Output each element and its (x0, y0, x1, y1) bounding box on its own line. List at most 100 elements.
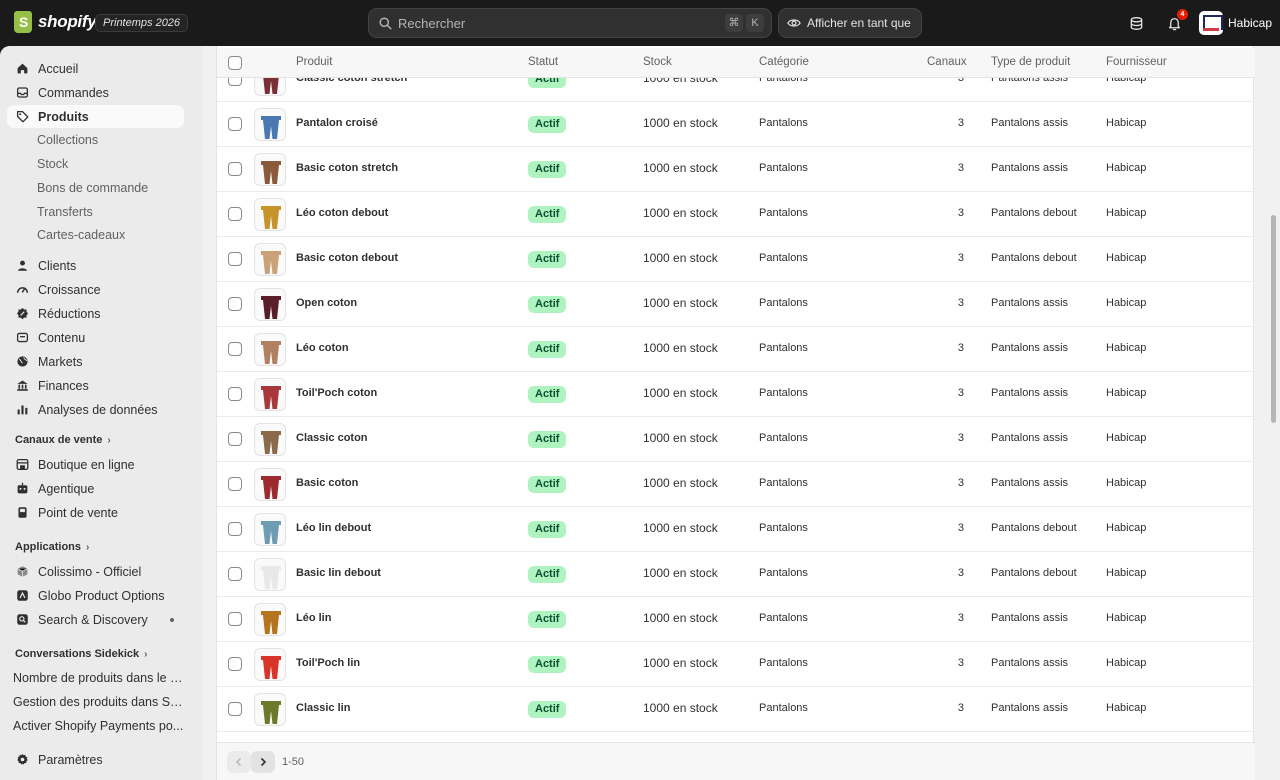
product-name-link[interactable]: Classic lin (296, 702, 350, 714)
product-thumbnail[interactable] (254, 288, 286, 321)
column-header-type-de-produit[interactable]: Type de produit (991, 56, 1070, 68)
scrollbar-thumb[interactable] (1271, 215, 1276, 423)
nav-sub-bons-de-commande[interactable]: Bons de commande (37, 181, 148, 195)
conversation-item[interactable]: Nombre de produits dans le c... (13, 671, 185, 685)
nav-finances[interactable]: Finances (7, 374, 184, 397)
product-name-link[interactable]: Open coton (296, 297, 357, 309)
row-checkbox[interactable] (228, 117, 242, 131)
nav-croissance[interactable]: Croissance (7, 278, 184, 301)
nav-point-de-vente[interactable]: Point de vente (7, 501, 184, 524)
previous-page-button[interactable] (227, 751, 251, 773)
nav-agentique[interactable]: Agentique (7, 477, 184, 500)
table-row[interactable]: Léo lin Actif 1000 en stock Pantalons 3 Panta… (217, 597, 1255, 642)
product-thumbnail[interactable] (254, 693, 286, 726)
nav-analyses[interactable]: Analyses de données (7, 398, 184, 421)
row-checkbox[interactable] (228, 432, 242, 446)
nav-clients[interactable]: Clients (7, 254, 184, 277)
product-name-link[interactable]: Pantalon croisé (296, 117, 378, 129)
table-row[interactable]: Toil'Poch lin Actif 1000 en stock Pantalons… (217, 642, 1255, 687)
row-checkbox[interactable] (228, 342, 242, 356)
column-header-canaux[interactable]: Canaux (927, 56, 967, 68)
nav-sub-stock[interactable]: Stock (37, 157, 68, 171)
product-thumbnail[interactable] (254, 333, 286, 366)
nav-app-globo[interactable]: Globo Product Options (7, 584, 184, 607)
search-input[interactable]: Rechercher ⌘ K (368, 8, 772, 38)
row-checkbox[interactable] (228, 78, 242, 86)
row-checkbox[interactable] (228, 387, 242, 401)
product-thumbnail[interactable] (254, 378, 286, 411)
row-checkbox[interactable] (228, 612, 242, 626)
shopify-logo[interactable]: shopify (14, 11, 97, 33)
column-header-fournisseur[interactable]: Fournisseur (1106, 56, 1167, 68)
column-header-statut[interactable]: Statut (528, 56, 558, 68)
conversation-item[interactable]: Activer Shopify Payments po... (13, 719, 185, 734)
column-header-produit[interactable]: Produit (296, 56, 332, 68)
product-thumbnail[interactable] (254, 198, 286, 231)
nav-commandes[interactable]: Commandes (7, 81, 184, 104)
product-thumbnail[interactable] (254, 513, 286, 546)
product-name-link[interactable]: Basic coton debout (296, 252, 398, 264)
product-thumbnail[interactable] (254, 423, 286, 456)
row-checkbox[interactable] (228, 567, 242, 581)
section-conversations-sidekick[interactable]: Conversations Sidekick › (15, 648, 147, 660)
column-header-categorie[interactable]: Catégorie (759, 56, 809, 68)
product-thumbnail[interactable] (254, 468, 286, 501)
store-name-pill[interactable]: Printemps 2026 (95, 14, 189, 32)
view-as-button[interactable]: Afficher en tant que (778, 8, 922, 38)
database-icon[interactable] (1126, 13, 1146, 33)
product-thumbnail[interactable] (254, 648, 286, 681)
notifications-bell-icon[interactable]: 4 (1164, 9, 1188, 33)
product-name-link[interactable]: Léo coton (296, 342, 349, 354)
product-name-link[interactable]: Classic coton stretch (296, 78, 407, 84)
product-name-link[interactable]: Basic coton stretch (296, 162, 398, 174)
nav-contenu[interactable]: Contenu (7, 326, 184, 349)
product-name-link[interactable]: Toil'Poch coton (296, 387, 377, 399)
product-thumbnail[interactable] (254, 243, 286, 276)
row-checkbox[interactable] (228, 252, 242, 266)
nav-boutique-en-ligne[interactable]: Boutique en ligne (7, 453, 184, 476)
section-applications[interactable]: Applications › (15, 541, 89, 553)
row-checkbox[interactable] (228, 522, 242, 536)
table-row[interactable]: Open coton Actif 1000 en stock Pantalons 3 Pa… (217, 282, 1255, 327)
nav-markets[interactable]: Markets (7, 350, 184, 373)
table-row[interactable]: Basic coton stretch Actif 1000 en stock Pan… (217, 147, 1255, 192)
nav-app-colissimo[interactable]: Colissimo - Officiel (7, 560, 184, 583)
table-row[interactable]: Pantalon croisé Actif 1000 en stock Pantalo… (217, 102, 1255, 147)
row-checkbox[interactable] (228, 702, 242, 716)
select-all-checkbox[interactable] (228, 56, 242, 70)
product-name-link[interactable]: Toil'Poch lin (296, 657, 360, 669)
product-name-link[interactable]: Léo lin debout (296, 522, 371, 534)
table-row[interactable]: Léo coton debout Actif 1000 en stock Pantal… (217, 192, 1255, 237)
table-row[interactable]: Toil'Poch coton Actif 1000 en stock Pantalo… (217, 372, 1255, 417)
product-name-link[interactable]: Léo coton debout (296, 207, 388, 219)
row-checkbox[interactable] (228, 207, 242, 221)
product-name-link[interactable]: Basic coton (296, 477, 358, 489)
product-thumbnail[interactable] (254, 153, 286, 186)
row-checkbox[interactable] (228, 297, 242, 311)
table-row[interactable]: Classic lin Actif 1000 en stock Pantalons 3 P… (217, 687, 1255, 732)
product-thumbnail[interactable] (254, 108, 286, 141)
product-name-link[interactable]: Léo lin (296, 612, 331, 624)
nav-parametres[interactable]: Paramètres (7, 748, 184, 771)
section-canaux-de-vente[interactable]: Canaux de vente › (15, 434, 111, 446)
nav-accueil[interactable]: Accueil (7, 57, 184, 80)
nav-produits[interactable]: Produits (7, 105, 184, 128)
nav-app-search-discovery[interactable]: Search & Discovery (7, 608, 184, 631)
product-thumbnail[interactable] (254, 558, 286, 591)
row-checkbox[interactable] (228, 477, 242, 491)
product-name-link[interactable]: Basic lin debout (296, 567, 381, 579)
conversation-item[interactable]: Gestion des produits dans Sh... (13, 695, 185, 709)
table-row[interactable]: Basic coton debout Actif 1000 en stock Pant… (217, 237, 1255, 282)
table-row[interactable]: Léo coton Actif 1000 en stock Pantalons 3 Pan… (217, 327, 1255, 372)
table-row[interactable]: Léo lin debout Actif 1000 en stock Pantalon… (217, 507, 1255, 552)
account-menu[interactable]: Habicap (1199, 11, 1272, 35)
nav-sub-collections[interactable]: Collections (37, 133, 98, 147)
table-row[interactable]: Basic coton Actif 1000 en stock Pantalons 3 P… (217, 462, 1255, 507)
nav-reductions[interactable]: Réductions (7, 302, 184, 325)
nav-sub-cartes-cadeaux[interactable]: Cartes-cadeaux (37, 228, 125, 242)
product-thumbnail[interactable] (254, 78, 286, 96)
table-row[interactable]: Classic coton stretch Actif 1000 en stock P… (217, 78, 1255, 102)
nav-sub-transferts[interactable]: Transferts (37, 205, 93, 219)
table-row[interactable]: Classic coton Actif 1000 en stock Pantalons… (217, 417, 1255, 462)
row-checkbox[interactable] (228, 657, 242, 671)
